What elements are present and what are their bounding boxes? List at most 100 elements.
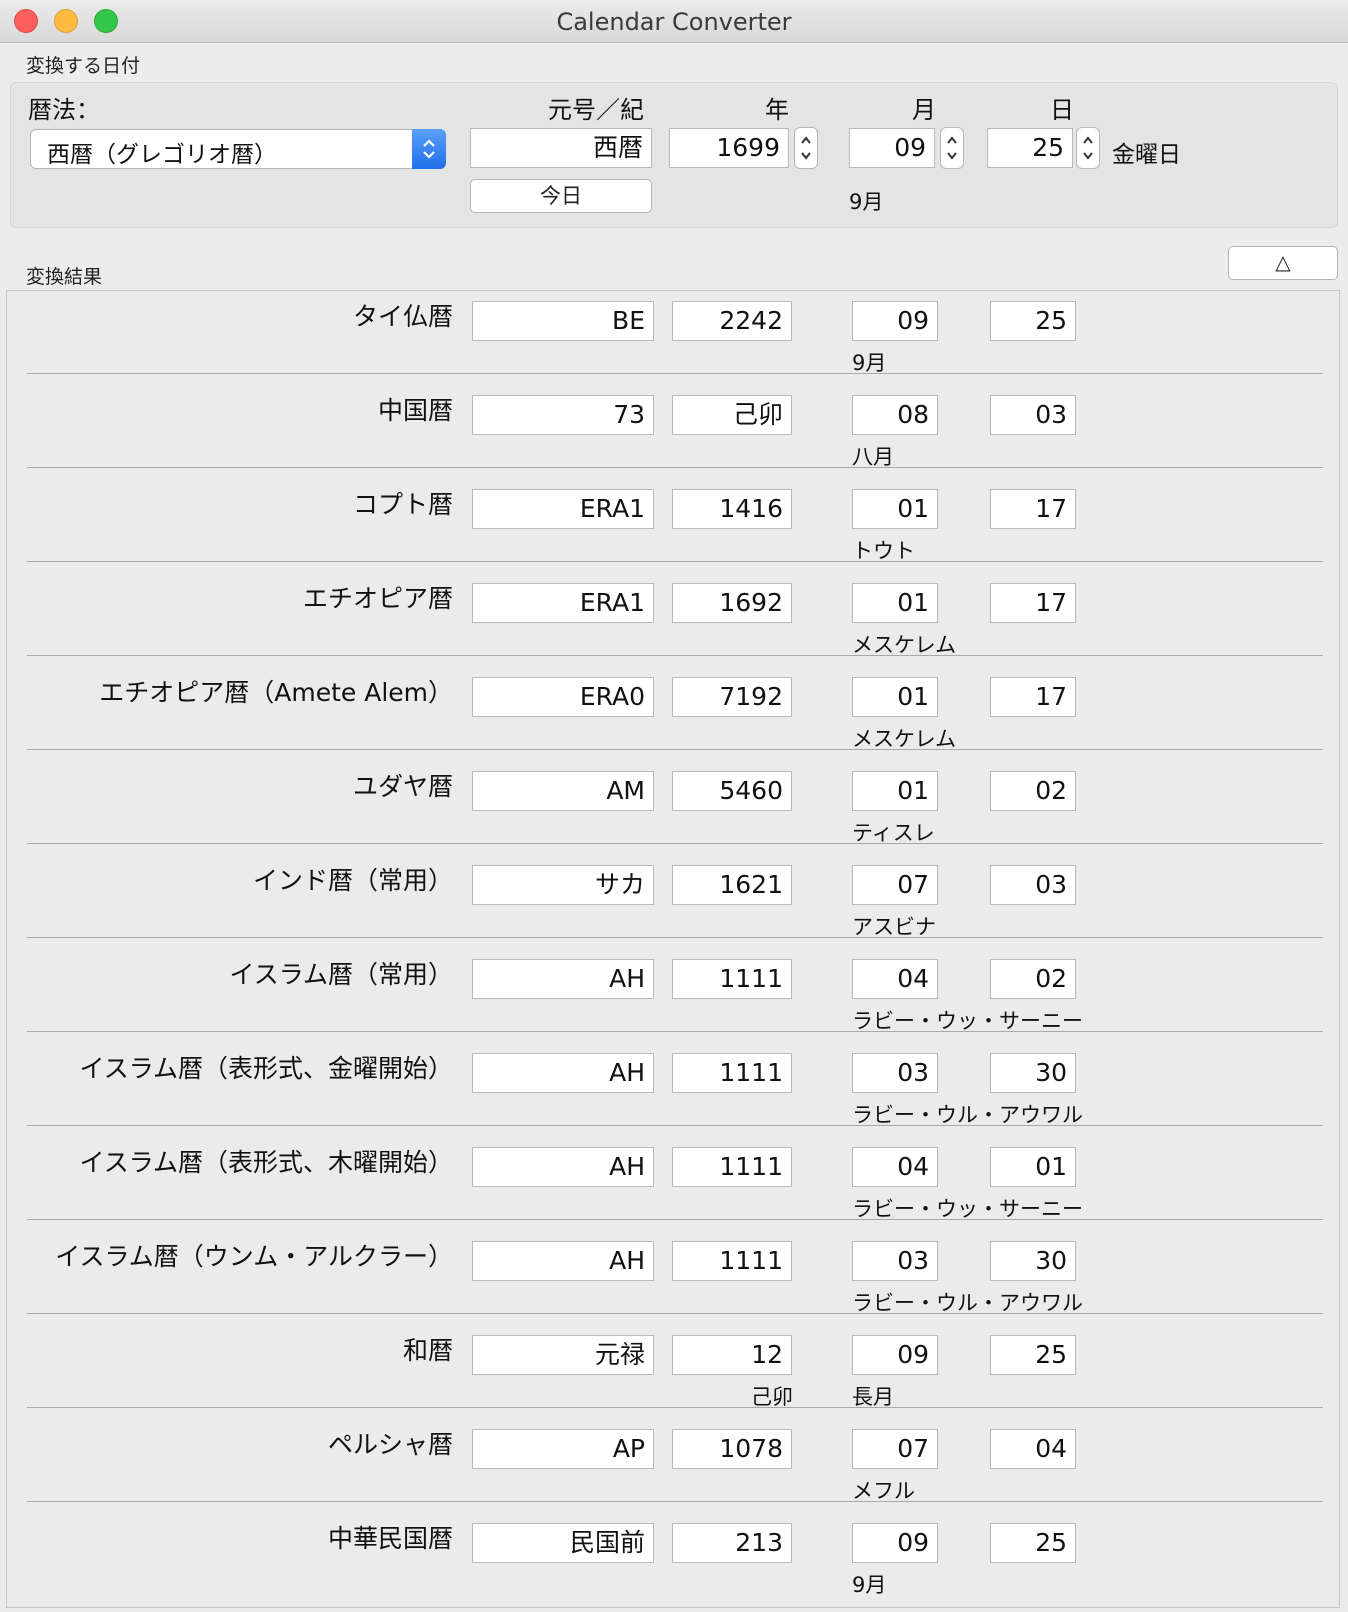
- result-month-field[interactable]: 08: [852, 395, 938, 435]
- result-month-field[interactable]: 04: [852, 1147, 938, 1187]
- result-era-field[interactable]: AH: [472, 1241, 654, 1281]
- result-year-field[interactable]: 1111: [672, 959, 792, 999]
- result-year-field[interactable]: 5460: [672, 771, 792, 811]
- result-year-field[interactable]: 己卯: [672, 395, 792, 435]
- month-header: 月: [912, 96, 936, 124]
- today-button[interactable]: 今日: [470, 179, 652, 213]
- result-year-field[interactable]: 1111: [672, 1053, 792, 1093]
- input-section-label: 変換する日付: [26, 55, 141, 77]
- calendar-name: ペルシャ暦: [327, 1430, 453, 1459]
- result-month-field[interactable]: 03: [852, 1241, 938, 1281]
- result-year-field[interactable]: 12: [672, 1335, 792, 1375]
- calendar-name: 中国暦: [377, 396, 453, 425]
- row-divider: [27, 843, 1323, 844]
- row-divider: [27, 1031, 1323, 1032]
- day-stepper[interactable]: [1076, 127, 1100, 169]
- result-month-field[interactable]: 09: [852, 1335, 938, 1375]
- calendar-select[interactable]: 西暦（グレゴリオ暦）: [30, 129, 446, 169]
- result-year-field[interactable]: 1111: [672, 1147, 792, 1187]
- result-era-field[interactable]: AP: [472, 1429, 654, 1469]
- calendar-name: エチオピア暦（Amete Alem）: [99, 678, 453, 707]
- result-day-field[interactable]: 02: [990, 771, 1076, 811]
- month-input[interactable]: 09: [849, 128, 935, 168]
- result-row: イスラム暦（ウンム・アルクラー） AH 1111 03 30 ラビー・ウル・アウワル: [7, 1231, 1341, 1325]
- row-divider: [27, 1407, 1323, 1408]
- day-input[interactable]: 25: [987, 128, 1073, 168]
- result-month-field[interactable]: 03: [852, 1053, 938, 1093]
- result-month-field[interactable]: 01: [852, 677, 938, 717]
- result-era-field[interactable]: AM: [472, 771, 654, 811]
- result-row: イスラム暦（表形式、木曜開始） AH 1111 04 01 ラビー・ウッ・サーニー: [7, 1137, 1341, 1231]
- result-month-field[interactable]: 09: [852, 1523, 938, 1563]
- result-row: 中華民国暦 民国前 213 09 25 9月: [7, 1513, 1341, 1607]
- result-row: ペルシャ暦 AP 1078 07 04 メフル: [7, 1419, 1341, 1513]
- result-month-field[interactable]: 09: [852, 301, 938, 341]
- result-day-field[interactable]: 04: [990, 1429, 1076, 1469]
- calendar-name: インド暦（常用）: [252, 866, 453, 895]
- title-bar[interactable]: Calendar Converter: [0, 0, 1348, 43]
- result-year-field[interactable]: 1621: [672, 865, 792, 905]
- result-month-field[interactable]: 01: [852, 489, 938, 529]
- result-month-name: 9月: [852, 1573, 887, 1597]
- calendar-name: イスラム暦（常用）: [229, 960, 453, 989]
- result-year-field[interactable]: 1111: [672, 1241, 792, 1281]
- result-era-field[interactable]: AH: [472, 1053, 654, 1093]
- result-day-field[interactable]: 17: [990, 489, 1076, 529]
- calendar-name: タイ仏暦: [352, 302, 453, 331]
- result-day-field[interactable]: 03: [990, 395, 1076, 435]
- calendar-name: イスラム暦（表形式、木曜開始）: [79, 1148, 453, 1177]
- row-divider: [27, 561, 1323, 562]
- collapse-results-button[interactable]: △: [1228, 246, 1338, 280]
- result-era-field[interactable]: AH: [472, 1147, 654, 1187]
- result-day-field[interactable]: 25: [990, 1523, 1076, 1563]
- calendar-select-value: 西暦（グレゴリオ暦）: [47, 142, 277, 168]
- result-year-field[interactable]: 1416: [672, 489, 792, 529]
- calendar-name: イスラム暦（表形式、金曜開始）: [79, 1054, 453, 1083]
- result-era-field[interactable]: BE: [472, 301, 654, 341]
- result-day-field[interactable]: 03: [990, 865, 1076, 905]
- result-era-field[interactable]: AH: [472, 959, 654, 999]
- result-year-field[interactable]: 7192: [672, 677, 792, 717]
- month-stepper[interactable]: [940, 127, 964, 169]
- result-month-field[interactable]: 01: [852, 771, 938, 811]
- result-era-field[interactable]: サカ: [472, 865, 654, 905]
- result-era-field[interactable]: ERA1: [472, 583, 654, 623]
- result-row: 和暦 元禄 12 09 25 己卯 長月: [7, 1325, 1341, 1419]
- year-input[interactable]: 1699: [669, 128, 789, 168]
- result-era-field[interactable]: 民国前: [472, 1523, 654, 1563]
- result-day-field[interactable]: 02: [990, 959, 1076, 999]
- results-section-label: 変換結果: [26, 266, 103, 288]
- result-era-field[interactable]: 元禄: [472, 1335, 654, 1375]
- result-month-field[interactable]: 07: [852, 1429, 938, 1469]
- result-row: エチオピア暦（Amete Alem） ERA0 7192 01 17 メスケレム: [7, 667, 1341, 761]
- result-row: コプト暦 ERA1 1416 01 17 トウト: [7, 479, 1341, 573]
- result-era-field[interactable]: ERA0: [472, 677, 654, 717]
- result-day-field[interactable]: 17: [990, 677, 1076, 717]
- result-day-field[interactable]: 01: [990, 1147, 1076, 1187]
- result-year-field[interactable]: 2242: [672, 301, 792, 341]
- input-month-name: 9月: [849, 190, 884, 214]
- year-stepper[interactable]: [794, 127, 818, 169]
- era-input[interactable]: 西暦: [470, 128, 652, 168]
- result-row: イスラム暦（常用） AH 1111 04 02 ラビー・ウッ・サーニー: [7, 949, 1341, 1043]
- result-month-field[interactable]: 07: [852, 865, 938, 905]
- result-day-field[interactable]: 25: [990, 301, 1076, 341]
- result-day-field[interactable]: 30: [990, 1241, 1076, 1281]
- result-day-field[interactable]: 17: [990, 583, 1076, 623]
- result-era-field[interactable]: 73: [472, 395, 654, 435]
- row-divider: [27, 749, 1323, 750]
- calendar-name: イスラム暦（ウンム・アルクラー）: [55, 1242, 453, 1271]
- calendar-name: ユダヤ暦: [352, 772, 453, 801]
- row-divider: [27, 1125, 1323, 1126]
- result-year-field[interactable]: 1692: [672, 583, 792, 623]
- result-year-field[interactable]: 213: [672, 1523, 792, 1563]
- result-month-field[interactable]: 04: [852, 959, 938, 999]
- result-day-field[interactable]: 25: [990, 1335, 1076, 1375]
- year-header: 年: [765, 96, 789, 124]
- result-month-field[interactable]: 01: [852, 583, 938, 623]
- result-era-field[interactable]: ERA1: [472, 489, 654, 529]
- result-year-field[interactable]: 1078: [672, 1429, 792, 1469]
- calendar-name: 中華民国暦: [327, 1524, 453, 1553]
- row-divider: [27, 655, 1323, 656]
- result-day-field[interactable]: 30: [990, 1053, 1076, 1093]
